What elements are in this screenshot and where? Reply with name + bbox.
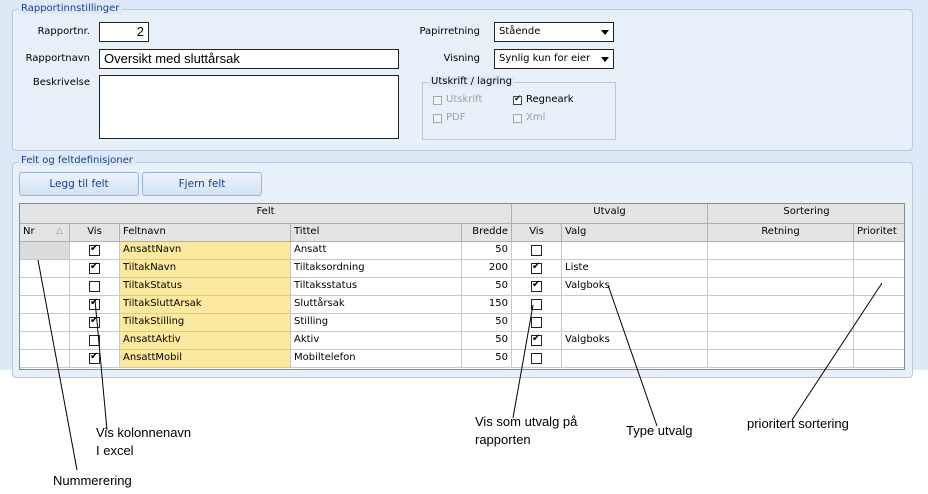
annotation-vis-utvalg-line2: rapporten <box>475 432 531 447</box>
annotation-vis-utvalg-line1: Vis som utvalg på <box>475 414 578 429</box>
annotation-vis-kolonne-line1: Vis kolonnenavn <box>96 425 192 440</box>
annotation-prioritert: prioritert sortering <box>747 416 849 431</box>
annotation-line-nummerering <box>37 259 78 471</box>
annotation-line-vis-kolonne <box>94 299 108 431</box>
annotation-nummerering: Nummerering <box>53 473 132 488</box>
annotation-line-vis-utvalg <box>512 304 534 419</box>
annotation-type-utvalg: Type utvalg <box>626 423 693 438</box>
annotation-line-type-utvalg <box>607 284 658 427</box>
annotation-vis-kolonne-line2: I excel <box>96 443 134 458</box>
annotation-line-prioritert <box>791 282 883 421</box>
